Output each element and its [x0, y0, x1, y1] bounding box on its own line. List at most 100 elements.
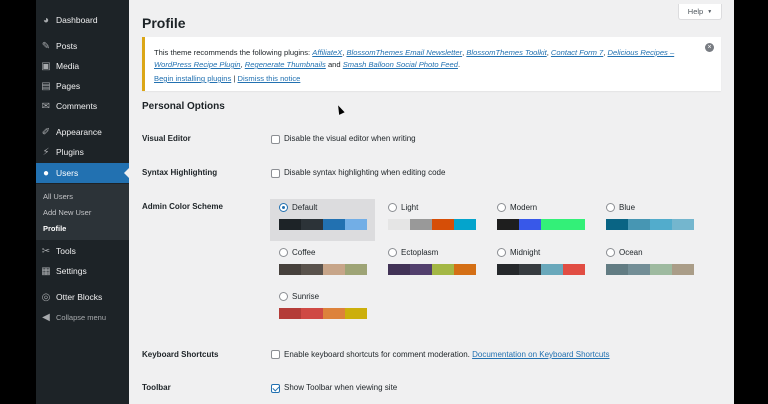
sidebar-item-plugins[interactable]: ⚡ Plugins	[36, 142, 129, 162]
keyboard-shortcuts-checkbox[interactable]	[271, 350, 280, 359]
visual-editor-checkbox[interactable]	[271, 135, 280, 144]
scheme-name: Blue	[619, 203, 636, 212]
color-scheme-light[interactable]: Light	[379, 199, 484, 241]
plugin-notice: This theme recommends the following plug…	[142, 37, 721, 91]
submenu-add-new-user[interactable]: Add New User	[43, 208, 91, 217]
color-swatch	[345, 264, 367, 275]
sidebar-item-posts[interactable]: ✎ Posts	[36, 36, 129, 56]
otter-icon: ◎	[41, 291, 51, 303]
color-swatch	[279, 308, 301, 319]
toolbar-text: Show Toolbar when viewing site	[284, 383, 398, 392]
letterbox-left	[0, 0, 36, 404]
scheme-radio[interactable]	[388, 248, 397, 257]
wrench-icon: ✂	[41, 245, 51, 257]
sidebar-item-label: Settings	[56, 266, 87, 276]
color-swatch	[432, 219, 454, 230]
color-swatch	[519, 219, 541, 230]
scheme-radio[interactable]	[279, 292, 288, 301]
sidebar-item-otter-blocks[interactable]: ◎ Otter Blocks	[36, 287, 129, 307]
sidebar-item-label: Media	[56, 61, 80, 71]
plugin-link-contact-form[interactable]: Contact Form 7	[551, 48, 603, 57]
users-submenu: All Users Add New User Profile	[36, 184, 129, 240]
color-swatch	[432, 264, 454, 275]
sidebar-item-appearance[interactable]: ✐ Appearance	[36, 122, 129, 142]
color-swatch	[301, 219, 323, 230]
page-title: Profile	[142, 15, 186, 31]
scheme-radio[interactable]	[279, 248, 288, 257]
sidebar-item-users[interactable]: ● Users	[36, 163, 129, 183]
dismiss-notice-link[interactable]: Dismiss this notice	[237, 74, 300, 83]
scheme-radio[interactable]	[388, 203, 397, 212]
scheme-name: Ocean	[619, 248, 643, 257]
sidebar-item-tools[interactable]: ✂ Tools	[36, 241, 129, 261]
plugin-link-email-newsletter[interactable]: BlossomThemes Email Newsletter	[346, 48, 462, 57]
color-swatch	[388, 264, 410, 275]
plugin-link-affiliatex[interactable]: AffiliateX	[312, 48, 342, 57]
chevron-down-icon: ▼	[707, 8, 713, 15]
plugin-link-smash-balloon[interactable]: Smash Balloon Social Photo Feed	[343, 60, 458, 69]
brush-icon: ✐	[41, 126, 51, 138]
sidebar-item-media[interactable]: ▣ Media	[36, 56, 129, 76]
sidebar-item-label: Plugins	[56, 147, 84, 157]
color-scheme-modern[interactable]: Modern	[488, 199, 593, 241]
plugin-link-regenerate-thumbnails[interactable]: Regenerate Thumbnails	[245, 60, 326, 69]
color-swatch	[672, 264, 694, 275]
begin-installing-link[interactable]: Begin installing plugins	[154, 74, 231, 83]
color-swatch	[497, 219, 519, 230]
color-swatch	[672, 219, 694, 230]
color-scheme-sunrise[interactable]: Sunrise	[270, 288, 375, 330]
notice-and: and	[325, 60, 343, 69]
color-scheme-ectoplasm[interactable]: Ectoplasm	[379, 244, 484, 286]
sidebar-collapse-menu[interactable]: ◀ Collapse menu	[36, 307, 129, 327]
color-scheme-default[interactable]: Default	[270, 199, 375, 241]
admin-sidebar: ◕ Dashboard ✎ Posts ▣ Media ▤ Pages ✉ Comment…	[36, 0, 129, 404]
color-swatch	[563, 219, 585, 230]
syntax-highlighting-checkbox[interactable]	[271, 169, 280, 178]
color-swatch	[323, 219, 345, 230]
sidebar-item-label: Tools	[56, 246, 76, 256]
color-swatch	[650, 219, 672, 230]
sidebar-item-pages[interactable]: ▤ Pages	[36, 76, 129, 96]
plugin-link-toolkit[interactable]: BlossomThemes Toolkit	[466, 48, 546, 57]
scheme-swatches	[279, 264, 367, 275]
scheme-radio[interactable]	[606, 248, 615, 257]
letterbox-right	[734, 0, 768, 404]
user-icon: ●	[42, 167, 50, 179]
color-swatch	[345, 219, 367, 230]
color-swatch	[323, 264, 345, 275]
sidebar-item-dashboard[interactable]: ◕ Dashboard	[36, 10, 129, 30]
sidebar-item-label: Comments	[56, 101, 98, 111]
color-swatch	[628, 264, 650, 275]
keyboard-shortcuts-docs-link[interactable]: Documentation on Keyboard Shortcuts	[472, 350, 609, 359]
color-swatch	[410, 219, 432, 230]
color-scheme-midnight[interactable]: Midnight	[488, 244, 593, 286]
scheme-radio[interactable]	[497, 248, 506, 257]
color-scheme-coffee[interactable]: Coffee	[270, 244, 375, 286]
scheme-swatches	[388, 219, 476, 230]
scheme-name: Light	[401, 203, 419, 212]
scheme-radio[interactable]	[497, 203, 506, 212]
color-swatch	[279, 219, 301, 230]
help-button[interactable]: Help ▼	[678, 4, 722, 20]
keyboard-shortcuts-description: Enable keyboard shortcuts for comment mo…	[284, 350, 470, 359]
close-icon[interactable]: ×	[705, 43, 714, 52]
sidebar-item-label: Users	[56, 168, 79, 178]
scheme-swatches	[279, 308, 367, 319]
color-swatch	[606, 219, 628, 230]
keyboard-shortcuts-label: Keyboard Shortcuts	[142, 350, 219, 359]
color-swatch	[628, 219, 650, 230]
color-scheme-ocean[interactable]: Ocean	[597, 244, 702, 286]
pin-icon: ✎	[41, 40, 51, 52]
color-swatch	[323, 308, 345, 319]
toolbar-checkbox[interactable]	[271, 384, 280, 393]
sidebar-item-label: Collapse menu	[56, 312, 107, 322]
color-scheme-blue[interactable]: Blue	[597, 199, 702, 241]
sidebar-item-comments[interactable]: ✉ Comments	[36, 96, 129, 116]
submenu-profile[interactable]: Profile	[43, 224, 66, 233]
scheme-radio[interactable]	[279, 203, 288, 212]
color-swatch	[606, 264, 628, 275]
scheme-radio[interactable]	[606, 203, 615, 212]
color-swatch	[563, 264, 585, 275]
submenu-all-users[interactable]: All Users	[43, 192, 73, 201]
sidebar-item-settings[interactable]: ▦ Settings	[36, 261, 129, 281]
